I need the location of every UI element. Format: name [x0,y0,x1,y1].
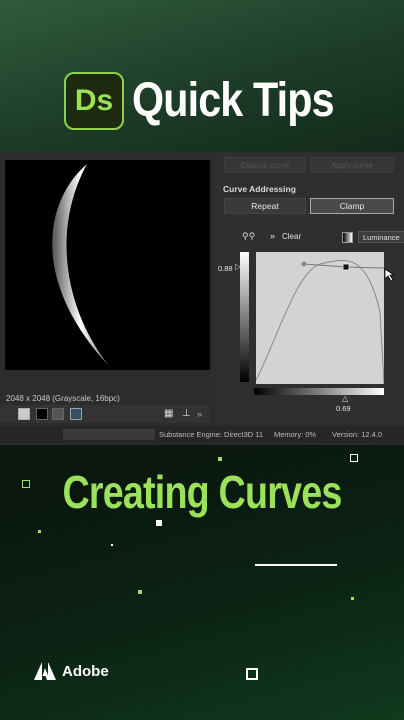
expand-icon[interactable]: » [270,231,275,241]
crescent-preview [52,164,109,366]
curve-panel: Expose curve Apply curve Curve Addressin… [216,152,404,424]
apply-curve-button[interactable]: Apply curve [310,157,394,173]
viewport-toolbar: ▦ ⊥ » [0,405,210,423]
2d-viewport[interactable] [5,160,210,370]
ds-app-logo: Ds [64,72,124,130]
section-title: Curve Addressing [223,184,296,194]
view-mode-icon[interactable] [70,408,82,420]
curve-toolbar: ⚲⚲ » Clear Luminance ⌄ [242,230,404,244]
more-icon[interactable]: » [197,408,209,420]
curve-svg [255,259,385,385]
progress-bar [63,429,155,440]
eyedropper-icon[interactable]: ⚲⚲ [242,231,255,242]
checker-icon[interactable] [52,408,64,420]
curve-point[interactable] [342,263,350,271]
gradient-icon [342,232,353,243]
status-bar: Substance Engine: Direct3D 11 Memory: 0%… [0,426,404,443]
input-gradient [254,388,384,395]
deco-dot [111,544,113,546]
curve-handle[interactable] [301,261,307,267]
channel-value: Luminance [363,232,400,242]
output-gradient [240,252,249,382]
image-info: 2048 x 2048 (Grayscale, 16bpc) [6,394,120,403]
deco-dot [138,590,142,594]
deco-dot [351,597,354,600]
version-status: Version: 12.4.0 [332,430,383,439]
channel-select[interactable]: Luminance ⌄ [358,231,404,243]
clear-button[interactable]: Clear [282,232,301,241]
curve-graph[interactable] [255,252,385,385]
clamp-button[interactable]: Clamp [310,198,394,214]
deco-line [255,564,337,566]
deco-dot [218,457,222,461]
deco-square-outline [350,454,358,462]
subtitle: Creating Curves [62,466,342,518]
input-marker-icon: △ [342,394,349,403]
grid-icon[interactable]: ▦ [164,408,176,420]
repeat-button[interactable]: Repeat [224,198,306,214]
input-value: 0.69 [336,404,351,413]
output-value: 0.88 [218,264,233,273]
black-channel-icon[interactable] [36,408,48,420]
expose-curve-button[interactable]: Expose curve [224,157,306,173]
page-title: Quick Tips [132,74,335,127]
adobe-label: Adobe [62,662,109,680]
deco-dot [38,530,41,533]
adobe-brand: Adobe [34,662,109,680]
adobe-logo-icon [34,662,56,680]
memory-status: Memory: 0% [274,430,317,439]
deco-square-green [22,480,30,488]
deco-square-outline [246,668,258,680]
engine-status: Substance Engine: Direct3D 11 [159,430,264,439]
cursor-icon [384,268,396,282]
pin-icon[interactable]: ⊥ [182,408,194,420]
layers-icon[interactable] [18,408,30,420]
